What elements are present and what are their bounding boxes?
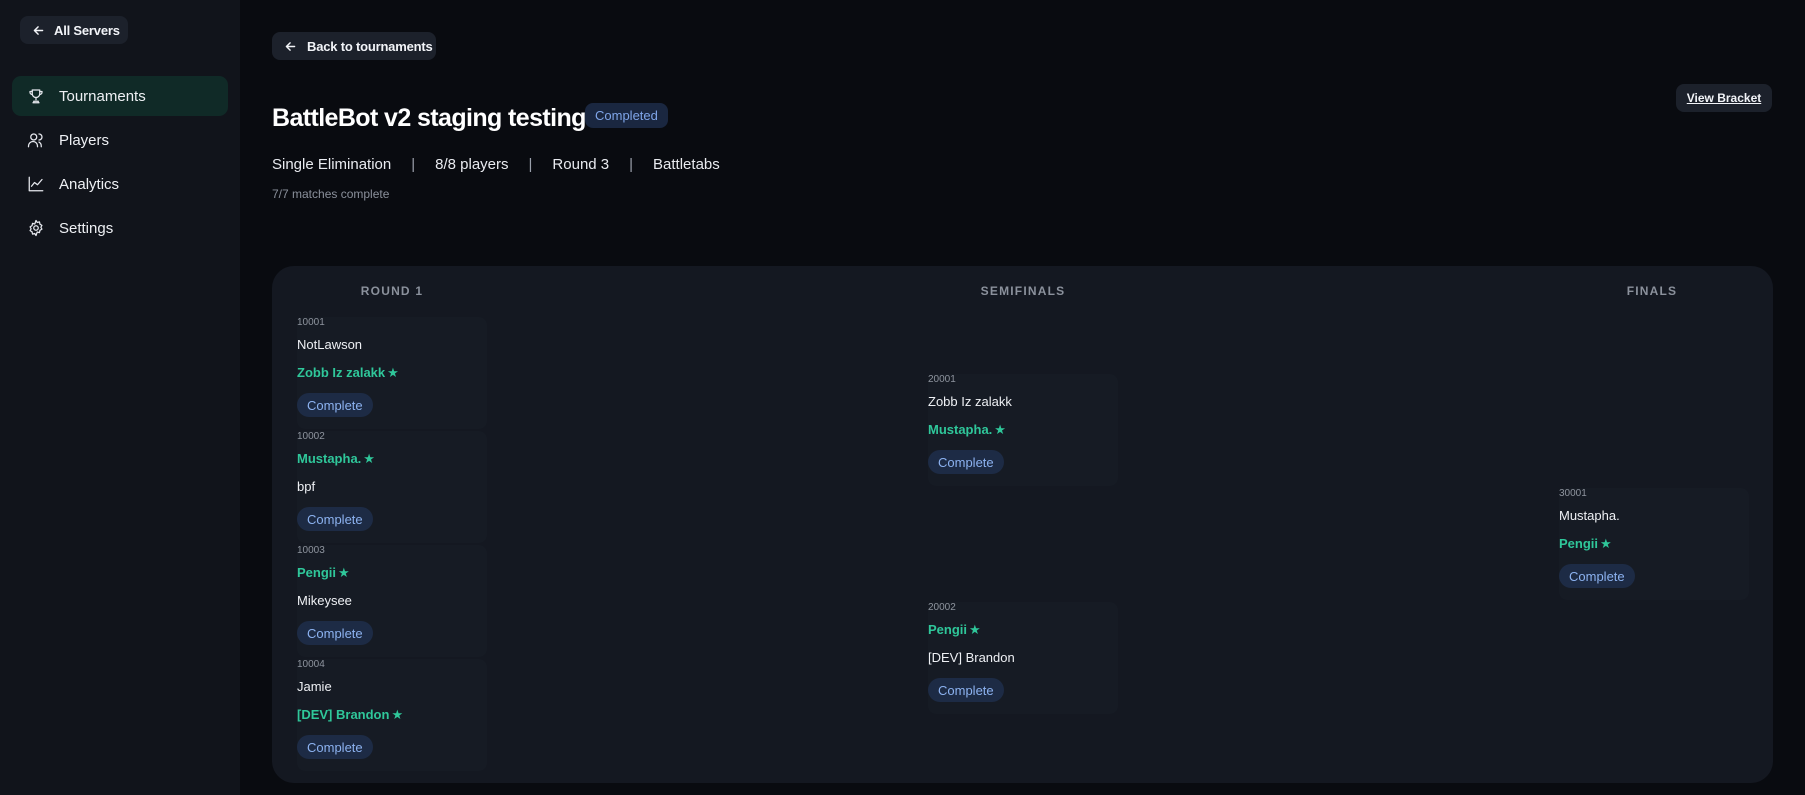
match-id: 10002: [297, 431, 325, 442]
match-status-badge: Complete: [297, 735, 373, 759]
sidebar-item-settings[interactable]: Settings: [12, 208, 228, 248]
match-card[interactable]: 10003 Pengii ★ Mikeysee Complete: [297, 545, 487, 657]
bracket-panel: ROUND 1 SEMIFINALS FINALS 10001 NotLawso…: [272, 266, 1773, 783]
winner-name: Pengii ★: [1559, 536, 1612, 551]
sidebar-item-label: Players: [59, 131, 110, 149]
sidebar-item-label: Analytics: [59, 175, 120, 193]
trophy-icon: [29, 89, 43, 104]
tournament-meta: Single Elimination | 8/8 players | Round…: [272, 156, 720, 173]
star-icon: ★: [363, 451, 375, 466]
winner-name: Pengii ★: [297, 565, 350, 580]
match-id: 30001: [1559, 488, 1587, 499]
match-card[interactable]: 30001 Mustapha. Pengii ★ Complete: [1559, 488, 1749, 600]
chart-line-icon: [28, 176, 44, 192]
match-card[interactable]: 20002 Pengii ★ [DEV] Brandon Complete: [928, 602, 1118, 714]
player-name: bpf: [297, 479, 316, 494]
star-icon: ★: [338, 565, 350, 580]
match-id: 10003: [297, 545, 325, 556]
winner-name: Zobb Iz zalakk ★: [297, 365, 399, 380]
star-icon: ★: [1600, 536, 1612, 551]
player-name: [DEV] Brandon: [928, 650, 1015, 665]
all-servers-label: All Servers: [54, 22, 120, 38]
match-status-badge: Complete: [928, 450, 1004, 474]
sidebar-item-players[interactable]: Players: [12, 120, 228, 160]
status-badge: Completed: [585, 103, 668, 128]
sidebar-item-label: Tournaments: [59, 87, 146, 105]
match-card[interactable]: 20001 Zobb Iz zalakk Mustapha. ★ Complete: [928, 374, 1118, 486]
match-card[interactable]: 10001 NotLawson Zobb Iz zalakk ★ Complete: [297, 317, 487, 429]
meta-format: Single Elimination: [272, 156, 392, 173]
round-header: FINALS: [1626, 284, 1678, 298]
back-to-tournaments-button[interactable]: Back to tournaments: [272, 32, 436, 60]
match-status-badge: Complete: [297, 621, 373, 645]
star-icon: ★: [969, 622, 981, 637]
match-status-badge: Complete: [297, 393, 373, 417]
meta-players: 8/8 players: [435, 156, 509, 173]
back-label: Back to tournaments: [307, 38, 433, 54]
all-servers-button[interactable]: All Servers: [20, 16, 128, 44]
sidebar-item-label: Settings: [59, 219, 114, 237]
match-status-badge: Complete: [928, 678, 1004, 702]
meta-round: Round 3: [552, 156, 610, 173]
meta-game: Battletabs: [653, 156, 720, 173]
users-icon: [27, 133, 43, 148]
sidebar-nav: Tournaments Players Analytics Settings: [12, 76, 228, 252]
meta-separator: |: [629, 156, 634, 173]
sidebar-item-tournaments[interactable]: Tournaments: [12, 76, 228, 116]
winner-name: Pengii ★: [928, 622, 981, 637]
gear-icon: [29, 219, 43, 237]
star-icon: ★: [994, 422, 1006, 437]
winner-name: Mustapha. ★: [928, 422, 1006, 437]
arrow-left-icon: [33, 25, 44, 35]
match-card[interactable]: 10002 Mustapha. ★ bpf Complete: [297, 431, 487, 543]
star-icon: ★: [391, 707, 404, 722]
player-name: Mustapha.: [1559, 508, 1620, 523]
match-status-badge: Complete: [1559, 564, 1635, 588]
match-id: 10001: [297, 317, 325, 328]
match-card[interactable]: 10004 Jamie [DEV] Brandon ★ Complete: [297, 659, 487, 771]
player-name: Mikeysee: [297, 593, 352, 608]
match-status-badge: Complete: [297, 507, 373, 531]
matches-progress: 7/7 matches complete: [272, 187, 390, 201]
winner-name: Mustapha. ★: [297, 451, 375, 466]
view-bracket-button[interactable]: View Bracket: [1676, 84, 1772, 112]
player-name: Zobb Iz zalakk: [928, 394, 1012, 409]
player-name: Jamie: [297, 679, 332, 694]
page-title: BattleBot v2 staging testing: [272, 104, 586, 132]
round-header: ROUND 1: [360, 284, 424, 298]
main-content: Back to tournaments BattleBot v2 staging…: [240, 0, 1805, 795]
sidebar: All Servers Tournaments Players Analytic…: [0, 0, 240, 795]
match-id: 10004: [297, 659, 325, 670]
match-id: 20001: [928, 374, 956, 385]
sidebar-item-analytics[interactable]: Analytics: [12, 164, 228, 204]
meta-separator: |: [528, 156, 533, 173]
match-id: 20002: [928, 602, 956, 613]
meta-separator: |: [411, 156, 416, 173]
arrow-left-icon: [285, 41, 296, 51]
winner-name: [DEV] Brandon ★: [297, 707, 404, 722]
player-name: NotLawson: [297, 337, 363, 352]
round-header: SEMIFINALS: [980, 284, 1066, 298]
star-icon: ★: [387, 365, 399, 380]
